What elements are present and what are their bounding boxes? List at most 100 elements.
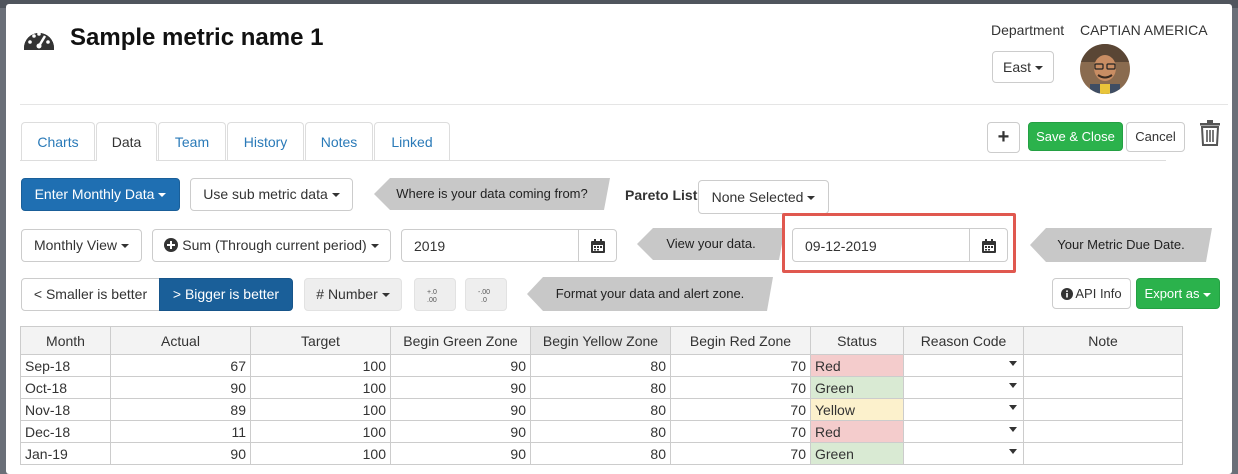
trash-icon[interactable]	[1199, 120, 1221, 146]
api-info-button[interactable]: API Info	[1052, 278, 1131, 309]
status-cell-value: Yellow	[815, 401, 855, 418]
pareto-list-dropdown[interactable]: None Selected	[698, 180, 829, 214]
export-dropdown[interactable]: Export as	[1136, 278, 1220, 309]
month-cell[interactable]: Sep-18	[20, 354, 111, 377]
bigger-is-better-button[interactable]: > Bigger is better	[159, 278, 293, 311]
sub-metric-dropdown[interactable]: Use sub metric data	[190, 178, 353, 211]
reason-code-cell[interactable]	[903, 398, 1024, 421]
tab-data[interactable]: Data	[96, 122, 157, 161]
red-zone-cell[interactable]: 70	[670, 376, 811, 399]
cancel-button[interactable]: Cancel	[1126, 122, 1185, 152]
chevron-down-icon	[370, 244, 379, 249]
svg-text:.00: .00	[427, 297, 437, 304]
tab-linked[interactable]: Linked	[374, 122, 450, 160]
note-cell[interactable]	[1023, 420, 1183, 443]
green-zone-cell[interactable]: 90	[390, 354, 531, 377]
month-cell[interactable]: Oct-18	[20, 376, 111, 399]
smaller-is-better-button[interactable]: < Smaller is better	[21, 278, 160, 311]
status-cell[interactable]: Red	[810, 354, 904, 377]
month-cell[interactable]: Nov-18	[20, 398, 111, 421]
target-cell-value: 100	[362, 401, 386, 418]
number-format-dropdown[interactable]: # Number	[304, 278, 402, 311]
red-zone-cell[interactable]: 70	[670, 420, 811, 443]
calendar-button[interactable]	[969, 229, 1007, 261]
target-cell[interactable]: 100	[250, 376, 391, 399]
actual-cell[interactable]: 67	[110, 354, 251, 377]
status-cell[interactable]: Green	[810, 442, 904, 465]
actual-cell-value: 11	[231, 423, 246, 440]
actual-cell[interactable]: 89	[110, 398, 251, 421]
status-cell[interactable]: Yellow	[810, 398, 904, 421]
hint-due-date: Your Metric Due Date.	[1030, 228, 1212, 262]
avatar[interactable]	[1080, 44, 1130, 94]
view-mode-dropdown[interactable]: Monthly View	[21, 229, 142, 262]
green-zone-cell[interactable]: 90	[390, 398, 531, 421]
calendar-button[interactable]	[578, 230, 616, 261]
red-zone-cell-value: 70	[790, 445, 806, 462]
yellow-zone-cell[interactable]: 80	[530, 420, 671, 443]
enter-monthly-data-dropdown[interactable]: Enter Monthly Data	[21, 178, 180, 211]
reason-code-cell[interactable]	[903, 420, 1024, 443]
add-button[interactable]: +	[987, 122, 1020, 153]
green-zone-cell[interactable]: 90	[390, 376, 531, 399]
green-zone-cell[interactable]: 90	[390, 442, 531, 465]
status-cell[interactable]: Green	[810, 376, 904, 399]
enter-monthly-data-label: Enter Monthly Data	[34, 186, 155, 202]
target-cell[interactable]: 100	[250, 442, 391, 465]
green-zone-cell[interactable]: 90	[390, 420, 531, 443]
yellow-zone-cell-value: 80	[650, 357, 666, 374]
actual-cell[interactable]: 90	[110, 442, 251, 465]
yellow-zone-cell[interactable]: 80	[530, 442, 671, 465]
reason-code-cell[interactable]	[903, 354, 1024, 377]
note-cell[interactable]	[1023, 354, 1183, 377]
actual-cell[interactable]: 11	[110, 420, 251, 443]
reason-code-cell[interactable]	[903, 376, 1024, 399]
status-cell[interactable]: Red	[810, 420, 904, 443]
tab-team[interactable]: Team	[158, 122, 226, 160]
year-field[interactable]: 2019	[401, 229, 617, 262]
target-cell[interactable]: 100	[250, 354, 391, 377]
dropdown-arrow-icon[interactable]	[1009, 427, 1017, 432]
dropdown-arrow-icon[interactable]	[1009, 361, 1017, 366]
status-cell-value: Green	[815, 379, 854, 396]
dropdown-arrow-icon[interactable]	[1009, 405, 1017, 410]
month-cell[interactable]: Jan-19	[20, 442, 111, 465]
dropdown-arrow-icon[interactable]	[1009, 449, 1017, 454]
chevron-down-icon	[1203, 292, 1212, 297]
yellow-zone-cell[interactable]: 80	[530, 354, 671, 377]
tab-notes[interactable]: Notes	[305, 122, 373, 160]
tab-charts[interactable]: Charts	[21, 122, 95, 160]
target-cell-value: 100	[362, 445, 386, 462]
aggregation-dropdown[interactable]: Sum (Through current period)	[152, 229, 391, 262]
reason-code-cell[interactable]	[903, 442, 1024, 465]
department-dropdown[interactable]: East	[992, 51, 1054, 83]
due-date-field[interactable]: 09-12-2019	[792, 228, 1008, 262]
actual-cell[interactable]: 90	[110, 376, 251, 399]
svg-text:.0: .0	[481, 297, 487, 304]
sub-metric-label: Use sub metric data	[203, 186, 328, 202]
decrease-decimals-button[interactable]: -.00.0	[465, 278, 507, 311]
note-cell[interactable]	[1023, 442, 1183, 465]
actual-cell-value: 90	[230, 445, 246, 462]
actual-cell-value: 90	[230, 379, 246, 396]
target-cell[interactable]: 100	[250, 398, 391, 421]
green-zone-cell-value: 90	[510, 401, 526, 418]
note-cell[interactable]	[1023, 376, 1183, 399]
month-cell[interactable]: Dec-18	[20, 420, 111, 443]
actual-cell-value: 67	[230, 357, 246, 374]
chevron-down-icon	[331, 193, 340, 198]
yellow-zone-cell[interactable]: 80	[530, 376, 671, 399]
red-zone-cell[interactable]: 70	[670, 354, 811, 377]
target-cell[interactable]: 100	[250, 420, 391, 443]
page-title: Sample metric name 1	[70, 24, 324, 51]
user-name: CAPTIAN AMERICA	[1080, 22, 1208, 38]
dropdown-arrow-icon[interactable]	[1009, 383, 1017, 388]
column-header: Begin Red Zone	[670, 326, 811, 355]
tab-history[interactable]: History	[227, 122, 304, 160]
save-close-button[interactable]: Save & Close	[1028, 122, 1123, 151]
increase-decimals-button[interactable]: +.0.00	[414, 278, 456, 311]
red-zone-cell[interactable]: 70	[670, 398, 811, 421]
red-zone-cell[interactable]: 70	[670, 442, 811, 465]
yellow-zone-cell[interactable]: 80	[530, 398, 671, 421]
note-cell[interactable]	[1023, 398, 1183, 421]
